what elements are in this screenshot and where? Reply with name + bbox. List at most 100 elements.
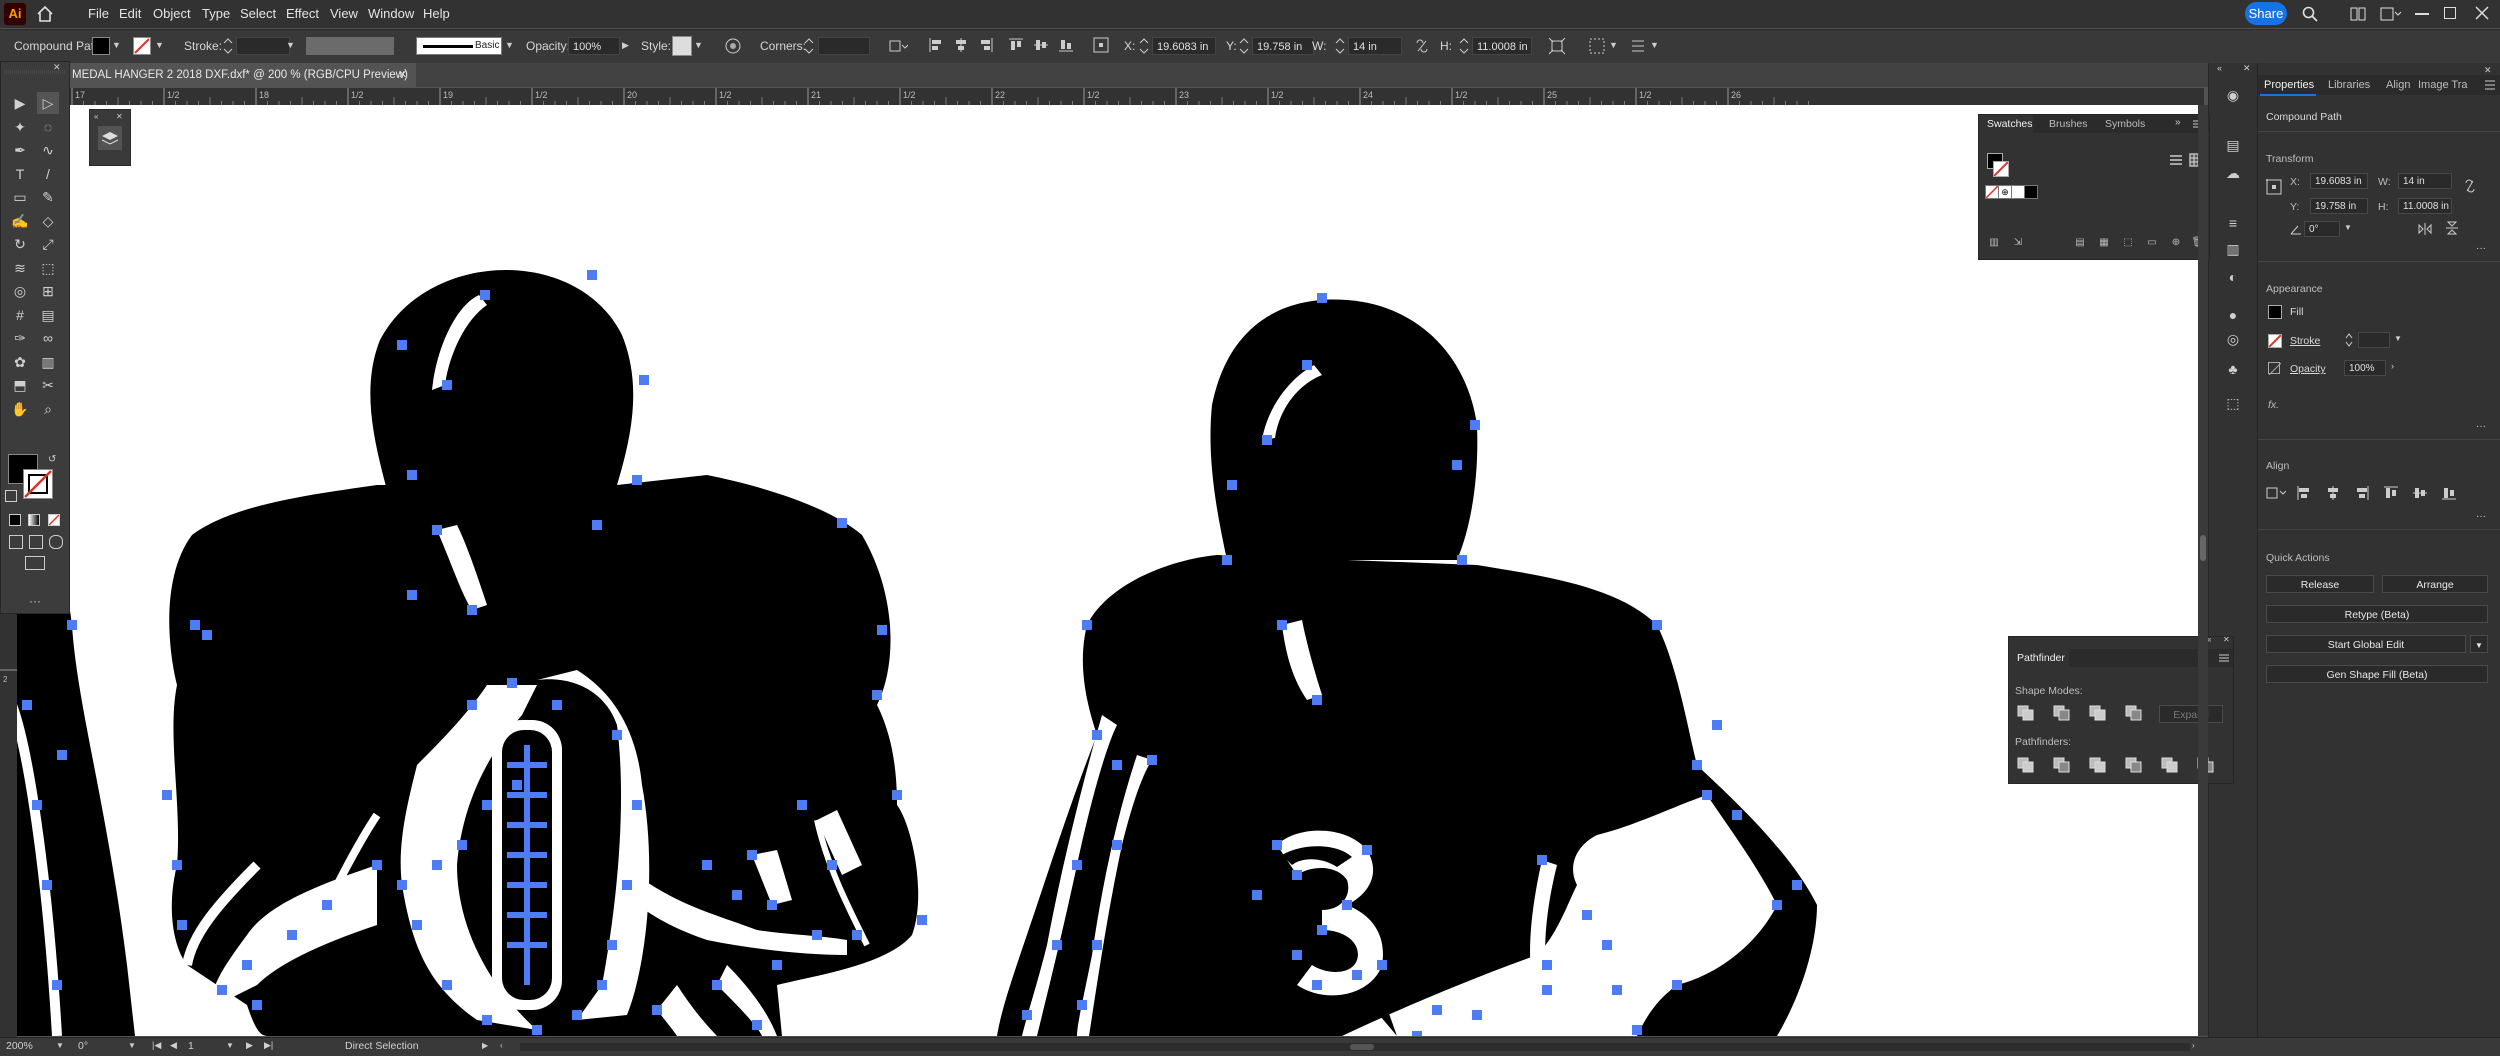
align-middle-v-icon[interactable] [2412, 485, 2428, 501]
opacity-field[interactable]: 100% [2344, 360, 2386, 376]
anchor-point[interactable] [1692, 760, 1702, 770]
anchor-point[interactable] [162, 790, 172, 800]
menu-type[interactable]: Type [202, 6, 230, 21]
close-icon[interactable] [2474, 5, 2490, 21]
anchor-point[interactable] [752, 1020, 762, 1030]
anchor-point[interactable] [1377, 960, 1387, 970]
gradient-mode-icon[interactable] [28, 514, 40, 526]
next-artboard-icon[interactable]: ▶ [246, 1040, 253, 1051]
brush-definition[interactable]: Basic [416, 37, 502, 55]
stroke-swatch[interactable] [1993, 161, 2009, 177]
outline-icon[interactable] [2161, 757, 2179, 773]
chevron-down-icon[interactable]: ▼ [56, 1041, 64, 1050]
menu-file[interactable]: File [88, 6, 109, 21]
minimize-icon[interactable] [2415, 13, 2429, 15]
anchor-point[interactable] [827, 860, 837, 870]
free-transform-tool-icon[interactable]: ⬚ [37, 257, 59, 279]
anchor-point[interactable] [432, 860, 442, 870]
menu-help[interactable]: Help [423, 6, 450, 21]
anchor-point[interactable] [917, 915, 927, 925]
list-view-icon[interactable] [2169, 153, 2183, 167]
open-folder-icon[interactable]: ▭ [2145, 237, 2159, 249]
graphic-styles-panel-icon[interactable]: ◎ [2223, 329, 2243, 349]
flip-vertical-icon[interactable] [2446, 221, 2458, 235]
horizontal-scrollbar[interactable] [520, 1043, 2190, 1051]
anchor-point[interactable] [252, 1000, 262, 1010]
menu-edit[interactable]: Edit [119, 6, 141, 21]
tab-pathfinder[interactable]: Pathfinder [2017, 652, 2065, 664]
anchor-point[interactable] [572, 1010, 582, 1020]
anchor-point[interactable] [837, 518, 847, 528]
screen-mode-icon[interactable] [25, 556, 45, 570]
exclude-icon[interactable] [2125, 705, 2143, 721]
arrange-button[interactable]: Arrange [2382, 575, 2488, 593]
h-field[interactable]: 11.0008 in [2398, 198, 2452, 214]
anchor-point[interactable] [892, 790, 902, 800]
tab-properties[interactable]: Properties [2264, 79, 2314, 91]
anchor-point[interactable] [442, 980, 452, 990]
anchor-point[interactable] [1312, 980, 1322, 990]
w-field[interactable]: 14 in [1348, 37, 1402, 55]
anchor-point[interactable] [552, 700, 562, 710]
anchor-point[interactable] [202, 630, 212, 640]
anchor-point[interactable] [407, 590, 417, 600]
anchor-point[interactable] [712, 980, 722, 990]
corners-field[interactable] [818, 37, 870, 55]
line-tool-icon[interactable]: / [37, 163, 59, 185]
anchor-point[interactable] [1112, 840, 1122, 850]
magic-wand-tool-icon[interactable]: ✦ [9, 116, 31, 138]
align-right-icon[interactable] [978, 37, 994, 53]
anchor-point[interactable] [1452, 460, 1462, 470]
perspective-grid-tool-icon[interactable]: ⊞ [37, 280, 59, 302]
anchor-point[interactable] [482, 1015, 492, 1025]
anchor-point[interactable] [432, 525, 442, 535]
anchor-point[interactable] [457, 840, 467, 850]
maximize-icon[interactable] [2444, 7, 2456, 19]
tab-brushes[interactable]: Brushes [2049, 118, 2088, 130]
none-mode-icon[interactable] [48, 514, 60, 526]
stroke-weight-field[interactable] [236, 37, 290, 55]
fill-color-swatch[interactable] [92, 37, 110, 55]
anchor-point[interactable] [57, 750, 67, 760]
y-stepper[interactable] [1238, 36, 1250, 56]
anchor-point[interactable] [797, 800, 807, 810]
anchor-point[interactable] [622, 880, 632, 890]
swatch-options-icon[interactable]: ▤ [2073, 237, 2087, 249]
panel-menu-icon[interactable] [2219, 653, 2229, 663]
artwork-svg[interactable]: .a{fill:#4d7cf5;} [17, 105, 2204, 1036]
slice-tool-icon[interactable]: ✂ [37, 374, 59, 396]
release-button[interactable]: Release [2266, 575, 2374, 593]
anchor-point[interactable] [32, 800, 42, 810]
collapse-icon[interactable]: « [94, 112, 98, 121]
player-figure-2[interactable] [997, 299, 1817, 1036]
anchor-point[interactable] [1362, 845, 1372, 855]
more-options-icon[interactable]: ··· [2476, 421, 2486, 432]
zoom-tool-icon[interactable]: ⌕ [37, 398, 59, 420]
anchor-point[interactable] [407, 470, 417, 480]
swatch-registration[interactable]: ⊕ [1998, 185, 2012, 199]
anchor-point[interactable] [190, 620, 200, 630]
stroke-weight-stepper[interactable] [222, 36, 234, 56]
direct-selection-tool-icon[interactable]: ▷ [37, 92, 59, 114]
y-field[interactable]: 19.758 in [2310, 198, 2368, 214]
x-field[interactable]: 19.6083 in [1152, 37, 1216, 55]
rotate-field[interactable]: 0° [2304, 221, 2340, 237]
tab-libraries[interactable]: Libraries [2328, 79, 2370, 91]
anchor-point[interactable] [512, 780, 522, 790]
constrain-proportions-icon[interactable] [2464, 179, 2476, 193]
anchor-point[interactable] [1077, 1000, 1087, 1010]
anchor-point[interactable] [1072, 860, 1082, 870]
anchor-point[interactable] [1277, 620, 1287, 630]
align-center-h-icon[interactable] [953, 37, 969, 53]
anchor-point[interactable] [1222, 555, 1232, 565]
anchor-point[interactable] [1672, 980, 1682, 990]
draw-behind-icon[interactable] [29, 535, 43, 549]
chevron-down-icon[interactable]: ▼ [286, 40, 296, 50]
align-top-icon[interactable] [1008, 37, 1024, 53]
blend-tool-icon[interactable]: ∞ [37, 327, 59, 349]
anchor-point[interactable] [812, 930, 822, 940]
more-options-icon[interactable]: ··· [2476, 511, 2486, 522]
menu-object[interactable]: Object [153, 6, 191, 21]
reference-point-icon[interactable] [2266, 179, 2282, 195]
anchor-point[interactable] [22, 700, 32, 710]
